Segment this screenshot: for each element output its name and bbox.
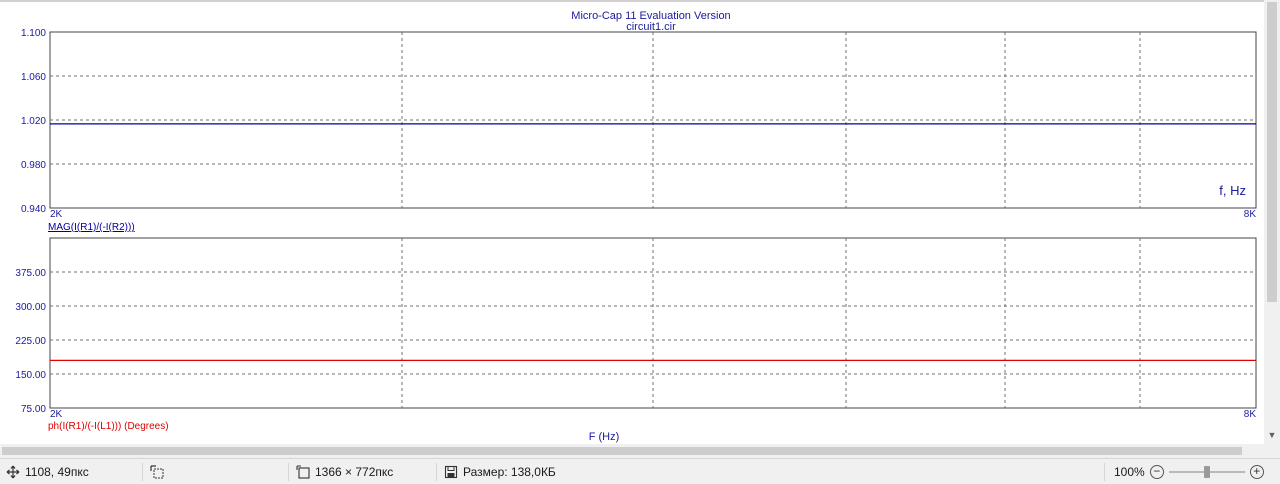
y-tick-label: 375.00 — [15, 268, 46, 279]
x-tick-label: 8K — [1244, 409, 1257, 420]
selection-size — [150, 459, 164, 484]
y-tick-label: 1.020 — [21, 116, 46, 127]
zoom-controls: 100% − + — [1114, 459, 1264, 484]
zoom-in-button[interactable]: + — [1249, 465, 1264, 479]
y-tick-label: 0.940 — [21, 204, 46, 215]
save-disk-icon — [444, 465, 458, 479]
file-size-text: Размер: 138,0КБ — [463, 465, 556, 479]
y-tick-label: 150.00 — [15, 370, 46, 381]
vertical-scrollbar[interactable]: ▼ — [1264, 0, 1280, 444]
plot-svg: Micro-Cap 11 Evaluation Versioncircuit1.… — [15, 10, 1257, 443]
y-tick-label: 225.00 — [15, 336, 46, 347]
zoom-out-button[interactable]: − — [1149, 465, 1164, 479]
zoom-slider-handle[interactable] — [1203, 466, 1210, 478]
image-dimensions-text: 1366 × 772пкс — [315, 465, 394, 479]
cursor-position: 1108, 49пкс — [6, 459, 89, 484]
selection-icon — [150, 465, 164, 479]
plot-subtitle: circuit1.cir — [626, 21, 676, 33]
x-tick-label: 2K — [50, 409, 63, 420]
x-axis-title: F (Hz) — [589, 431, 620, 443]
y-tick-label: 0.980 — [21, 160, 46, 171]
status-divider — [436, 463, 437, 481]
legend-label: ph(I(R1)/(-I(L1))) (Degrees) — [48, 421, 169, 432]
horizontal-scroll-thumb[interactable] — [2, 447, 1242, 455]
image-dimensions: 1366 × 772пкс — [296, 459, 393, 484]
image-size-icon — [296, 465, 310, 479]
status-divider — [142, 463, 143, 481]
legend-label: MAG(I(R1)/(-I(R2))) — [48, 222, 135, 233]
move-cursor-icon — [6, 465, 20, 479]
status-divider — [1104, 463, 1105, 481]
scroll-corner — [1264, 444, 1280, 458]
horizontal-scrollbar[interactable] — [0, 444, 1264, 458]
y-tick-label: 1.100 — [21, 28, 46, 39]
zoom-percent: 100% — [1114, 465, 1145, 479]
vertical-scroll-thumb[interactable] — [1267, 2, 1277, 302]
cursor-position-text: 1108, 49пкс — [25, 465, 89, 479]
y-tick-label: 75.00 — [21, 404, 46, 415]
axis-corner-label: f, Hz — [1219, 183, 1246, 198]
y-tick-label: 1.060 — [21, 72, 46, 83]
scroll-down-arrow-icon[interactable]: ▼ — [1264, 428, 1280, 442]
status-bar: 1108, 49пкс 1366 × 772пкс Размер: 138,0К… — [0, 458, 1280, 484]
plot-canvas: Micro-Cap 11 Evaluation Version circuit1.… — [0, 0, 1264, 444]
file-size: Размер: 138,0КБ — [444, 459, 556, 484]
y-tick-label: 300.00 — [15, 302, 46, 313]
zoom-slider[interactable] — [1168, 465, 1245, 479]
x-tick-label: 2K — [50, 209, 63, 220]
x-tick-label: 8K — [1244, 209, 1257, 220]
status-divider — [288, 463, 289, 481]
image-viewer-window: Micro-Cap 11 Evaluation Version circuit1.… — [0, 0, 1280, 484]
